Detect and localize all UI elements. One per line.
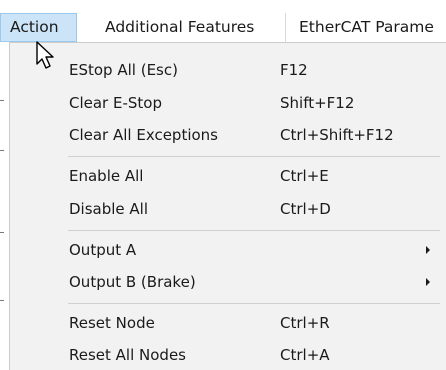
menu-bar: Action Additional Features EtherCAT Para… (0, 0, 446, 42)
menu-item-estop-all[interactable]: EStop All (Esc) F12 (12, 55, 442, 85)
menu-divider (285, 13, 286, 42)
menu-item-reset-all-nodes[interactable]: Reset All Nodes Ctrl+A (12, 340, 442, 370)
menu-item-label: Reset Node (69, 314, 155, 332)
background-edge-mark (0, 150, 4, 151)
menu-separator (68, 230, 440, 231)
menu-item-label: Clear All Exceptions (69, 126, 218, 144)
background-edge-mark (0, 100, 4, 101)
menu-item-clear-all-exceptions[interactable]: Clear All Exceptions Ctrl+Shift+F12 (12, 120, 442, 150)
menu-item-shortcut: Ctrl+A (280, 346, 330, 364)
menu-item-shortcut: Shift+F12 (280, 94, 355, 112)
menu-item-output-a[interactable]: Output A (12, 235, 442, 265)
menu-separator (68, 303, 440, 304)
menu-item-clear-estop[interactable]: Clear E-Stop Shift+F12 (12, 88, 442, 118)
menu-additional-features[interactable]: Additional Features (95, 13, 271, 42)
chevron-right-icon (426, 246, 430, 254)
menu-item-label: Output A (69, 241, 137, 259)
mouse-pointer-icon (36, 41, 54, 69)
background-edge-mark (0, 300, 4, 301)
menu-item-label: Reset All Nodes (69, 346, 186, 364)
menu-item-label: Enable All (69, 167, 144, 185)
menu-item-enable-all[interactable]: Enable All Ctrl+E (12, 161, 442, 191)
menu-item-reset-node[interactable]: Reset Node Ctrl+R (12, 308, 442, 338)
action-dropdown-menu: EStop All (Esc) F12 Clear E-Stop Shift+F… (9, 42, 446, 370)
menu-item-label: Clear E-Stop (69, 94, 162, 112)
menu-item-disable-all[interactable]: Disable All Ctrl+D (12, 194, 442, 224)
menu-item-shortcut: Ctrl+D (280, 200, 331, 218)
background-edge-mark (0, 232, 4, 233)
menu-item-output-b-brake[interactable]: Output B (Brake) (12, 267, 442, 297)
menu-item-shortcut: Ctrl+Shift+F12 (280, 126, 394, 144)
menu-item-label: Output B (Brake) (69, 273, 196, 291)
menu-separator (68, 156, 440, 157)
menu-item-shortcut: F12 (280, 61, 308, 79)
menu-item-shortcut: Ctrl+E (280, 167, 329, 185)
menu-ethercat-parameters[interactable]: EtherCAT Parame (289, 13, 446, 42)
menu-item-label: EStop All (Esc) (69, 61, 178, 79)
menu-action[interactable]: Action (0, 13, 77, 42)
menu-item-label: Disable All (69, 200, 149, 218)
menu-item-shortcut: Ctrl+R (280, 314, 330, 332)
chevron-right-icon (426, 278, 430, 286)
